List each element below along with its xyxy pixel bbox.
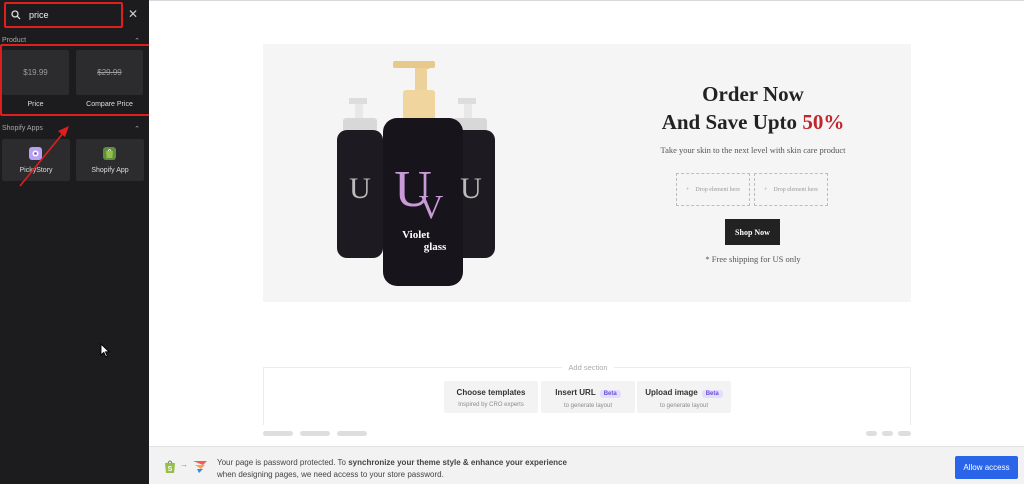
price-preview: $19.99	[2, 50, 69, 95]
add-section-panel: Add section Choose templates Inspired by…	[263, 363, 911, 425]
price-element-tile[interactable]: $19.99 Price	[2, 50, 69, 114]
hero-heading-line2: And Save Upto 50%	[633, 108, 873, 136]
search-icon	[11, 10, 21, 20]
price-label: Price	[27, 101, 44, 108]
product-bottles-image: U V Violet glass U U	[337, 61, 495, 286]
svg-text:U: U	[460, 172, 482, 205]
hero-section[interactable]: U V Violet glass U U Order Now And Save …	[263, 44, 911, 302]
clear-search-icon[interactable]: ✕	[126, 7, 140, 21]
pickystory-label: PickyStory	[19, 167, 53, 174]
option-title: Upload image Beta	[637, 388, 731, 398]
drop-zone-label: Drop element here	[695, 186, 741, 193]
option-subtitle: to generate layout	[563, 403, 613, 409]
notice-text-prefix: Your page is password protected. To	[217, 458, 349, 467]
allow-access-button[interactable]: Allow access	[955, 456, 1018, 479]
pagefly-logo-icon	[193, 461, 207, 473]
search-input[interactable]	[29, 10, 109, 20]
placeholder-bar	[337, 431, 367, 436]
upload-image-option[interactable]: Upload image Beta to generate layout	[637, 381, 731, 413]
add-section-label: Add section	[264, 363, 912, 372]
notice-text-bold: synchronize your theme style & enhance y…	[348, 458, 567, 467]
shipping-note: * Free shipping for US only	[705, 254, 801, 264]
placeholder-bar	[866, 431, 877, 436]
pickystory-app-tile[interactable]: PickyStory	[2, 139, 70, 181]
shop-now-button[interactable]: Shop Now	[725, 219, 780, 245]
element-sidebar: ✕ Product ⌃ $19.99 Price $29.99 Compare …	[0, 0, 151, 484]
choose-templates-option[interactable]: Choose templates Inspired by CRO experts	[444, 381, 538, 413]
mouse-cursor-icon	[100, 343, 110, 358]
option-subtitle: Inspired by CRO experts	[458, 402, 524, 408]
drop-zone[interactable]: + Drop element here	[754, 173, 828, 206]
hero-tagline: Take your skin to the next level with sk…	[660, 145, 846, 155]
placeholder-bar	[300, 431, 330, 436]
beta-badge: Beta	[599, 390, 621, 398]
discount-percent: 50%	[802, 110, 845, 134]
page-canvas: U V Violet glass U U Order Now And Save …	[149, 0, 1024, 446]
notice-message: Your page is password protected. To sync…	[217, 457, 837, 481]
placeholder-bar	[882, 431, 893, 436]
shopify-logo-icon: S	[165, 460, 175, 473]
pickystory-icon	[29, 147, 42, 160]
hero-heading-prefix: And Save Upto	[661, 110, 803, 134]
svg-text:glass: glass	[424, 241, 447, 253]
placeholder-bar	[263, 431, 293, 436]
group-title-shopify-apps: Shopify Apps	[2, 125, 43, 132]
arrow-right-icon: →	[180, 460, 188, 469]
group-title-product: Product	[2, 37, 27, 44]
shopify-app-label: Shopify App	[91, 167, 129, 174]
svg-text:U: U	[349, 172, 371, 205]
compare-price-element-tile[interactable]: $29.99 Compare Price	[76, 50, 143, 114]
plus-icon: +	[685, 186, 690, 193]
search-box[interactable]	[4, 2, 123, 28]
hero-heading: Order Now And Save Upto 50%	[633, 80, 873, 136]
drop-zone[interactable]: + Drop element here	[676, 173, 750, 206]
svg-text:Violet: Violet	[402, 229, 430, 241]
placeholder-bar	[898, 431, 911, 436]
beta-badge: Beta	[701, 390, 723, 398]
option-title: Choose templates	[456, 388, 526, 397]
option-title: Insert URL Beta	[541, 388, 635, 398]
option-subtitle: to generate layout	[659, 403, 709, 409]
shopify-bag-icon	[103, 147, 116, 160]
hero-heading-line1: Order Now	[702, 82, 804, 106]
chevron-up-icon[interactable]: ⌃	[134, 125, 140, 133]
drop-zone-label: Drop element here	[773, 186, 819, 193]
plus-icon: +	[763, 186, 768, 193]
compare-price-preview: $29.99	[76, 50, 143, 95]
svg-text:V: V	[419, 189, 444, 226]
shopify-app-tile[interactable]: Shopify App	[76, 139, 144, 181]
notice-text-line2: when designing pages, we need access to …	[217, 470, 444, 479]
compare-price-label: Compare Price	[86, 101, 133, 108]
insert-url-option[interactable]: Insert URL Beta to generate layout	[541, 381, 635, 413]
password-notice-bar: S → Your page is password protected. To …	[149, 446, 1024, 484]
svg-text:S: S	[168, 466, 173, 473]
